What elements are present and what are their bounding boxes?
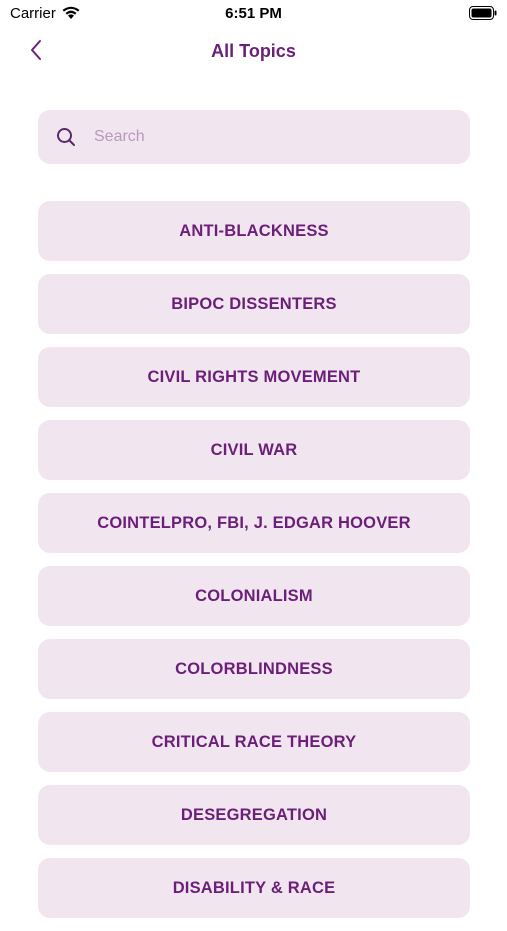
topic-label: BIPOC DISSENTERS	[171, 294, 337, 313]
topic-item-colorblindness[interactable]: COLORBLINDNESS	[38, 639, 470, 699]
topic-label: CIVIL RIGHTS MOVEMENT	[147, 367, 361, 386]
battery-icon	[469, 6, 497, 20]
search-icon	[56, 127, 76, 147]
topic-item-bipoc-dissenters[interactable]: BIPOC DISSENTERS	[38, 274, 470, 334]
topic-list: ANTI-BLACKNESS BIPOC DISSENTERS CIVIL RI…	[38, 201, 470, 931]
topic-item-cointelpro[interactable]: COINTELPRO, FBI, J. EDGAR HOOVER	[38, 493, 470, 553]
topic-label: COLONIALISM	[195, 586, 313, 605]
topic-item-disability-race[interactable]: DISABILITY & RACE	[38, 858, 470, 918]
search-input[interactable]	[94, 110, 454, 164]
topic-label: DESEGREGATION	[180, 805, 328, 824]
topic-label: CRITICAL RACE THEORY	[151, 732, 357, 751]
navigation-bar: All Topics	[0, 30, 507, 74]
topic-label: COLORBLINDNESS	[175, 659, 333, 678]
search-box[interactable]	[38, 110, 470, 164]
topic-item-desegregation[interactable]: DESEGREGATION	[38, 785, 470, 845]
topic-item-critical-race-theory[interactable]: CRITICAL RACE THEORY	[38, 712, 470, 772]
topic-label: DISABILITY & RACE	[172, 878, 336, 897]
status-time: 6:51 PM	[225, 5, 282, 22]
topic-item-colonialism[interactable]: COLONIALISM	[38, 566, 470, 626]
topic-label: COINTELPRO, FBI, J. EDGAR HOOVER	[97, 513, 411, 532]
topic-label: CIVIL WAR	[210, 440, 298, 459]
topic-item-civil-war[interactable]: CIVIL WAR	[38, 420, 470, 480]
topic-item-civil-rights-movement[interactable]: CIVIL RIGHTS MOVEMENT	[38, 347, 470, 407]
topic-item-anti-blackness[interactable]: ANTI-BLACKNESS	[38, 201, 470, 261]
topic-label: ANTI-BLACKNESS	[179, 221, 329, 240]
page-title: All Topics	[211, 41, 296, 61]
status-bar: Carrier 6:51 PM	[0, 0, 507, 28]
